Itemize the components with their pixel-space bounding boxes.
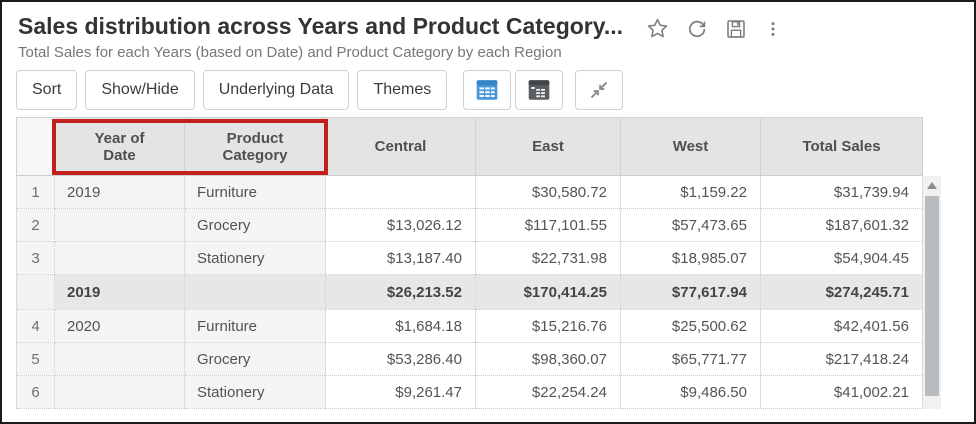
west-cell[interactable]: $65,771.77 xyxy=(621,343,761,376)
category-cell[interactable]: Grocery xyxy=(185,343,326,376)
product-category-header[interactable]: Product Category xyxy=(185,118,326,176)
scroll-up-button[interactable] xyxy=(923,176,941,194)
year-cell[interactable] xyxy=(55,376,185,409)
west-cell[interactable]: $1,159.22 xyxy=(621,176,761,209)
row-number-cell: 6 xyxy=(17,376,55,409)
central-cell[interactable] xyxy=(326,176,476,209)
table-row: 12019Furniture $30,580.72$1,159.22$31,739… xyxy=(17,176,923,209)
category-cell[interactable] xyxy=(185,275,326,310)
year-cell[interactable]: 2019 xyxy=(55,176,185,209)
pivot-view-icon xyxy=(526,77,552,103)
row-number-cell: 2 xyxy=(17,209,55,242)
total-cell[interactable]: $54,904.45 xyxy=(761,242,923,275)
title-bar: Sales distribution across Years and Prod… xyxy=(2,2,974,61)
east-cell[interactable]: $98,360.07 xyxy=(476,343,621,376)
row-number-cell: 3 xyxy=(17,242,55,275)
east-header[interactable]: East xyxy=(476,118,621,176)
west-cell[interactable]: $57,473.65 xyxy=(621,209,761,242)
year-cell[interactable]: 2020 xyxy=(55,310,185,343)
total-cell[interactable]: $217,418.24 xyxy=(761,343,923,376)
table-row: 3 Stationery$13,187.40$22,731.98$18,985.0… xyxy=(17,242,923,275)
vertical-scrollbar[interactable] xyxy=(923,176,941,409)
central-cell[interactable]: $53,286.40 xyxy=(326,343,476,376)
row-number-cell xyxy=(17,275,55,310)
table-row: 2 Grocery$13,026.12$117,101.55$57,473.65$… xyxy=(17,209,923,242)
category-cell[interactable]: Stationery xyxy=(185,242,326,275)
table-row: 5 Grocery$53,286.40$98,360.07$65,771.77$2… xyxy=(17,343,923,376)
title-actions xyxy=(645,16,783,41)
central-header[interactable]: Central xyxy=(326,118,476,176)
west-cell[interactable]: $9,486.50 xyxy=(621,376,761,409)
scrollbar-thumb[interactable] xyxy=(925,196,939,396)
page-subtitle: Total Sales for each Years (based on Dat… xyxy=(18,44,623,61)
favorite-star-icon[interactable] xyxy=(645,16,670,41)
east-cell[interactable]: $22,254.24 xyxy=(476,376,621,409)
year-cell[interactable] xyxy=(55,242,185,275)
pivot-view-button[interactable] xyxy=(515,70,563,110)
category-cell[interactable]: Stationery xyxy=(185,376,326,409)
total-cell[interactable]: $31,739.94 xyxy=(761,176,923,209)
toolbar: Sort Show/Hide Underlying Data Themes xyxy=(16,70,960,110)
table-view-icon xyxy=(474,77,500,103)
collapse-button[interactable] xyxy=(575,70,623,110)
total-cell[interactable]: $41,002.21 xyxy=(761,376,923,409)
west-cell[interactable]: $77,617.94 xyxy=(621,275,761,310)
total-cell[interactable]: $187,601.32 xyxy=(761,209,923,242)
east-cell[interactable]: $15,216.76 xyxy=(476,310,621,343)
central-cell[interactable]: $1,684.18 xyxy=(326,310,476,343)
scroll-up-arrow-icon xyxy=(927,182,937,189)
underlying-data-button[interactable]: Underlying Data xyxy=(203,70,350,110)
category-cell[interactable]: Furniture xyxy=(185,310,326,343)
year-cell[interactable]: 2019 xyxy=(55,275,185,310)
themes-button[interactable]: Themes xyxy=(357,70,447,110)
year-cell[interactable] xyxy=(55,209,185,242)
east-cell[interactable]: $170,414.25 xyxy=(476,275,621,310)
central-cell[interactable]: $13,187.40 xyxy=(326,242,476,275)
west-cell[interactable]: $18,985.07 xyxy=(621,242,761,275)
west-cell[interactable]: $25,500.62 xyxy=(621,310,761,343)
table-body: 12019Furniture$30,580.72$1,159.22$31,739… xyxy=(17,176,923,409)
refresh-icon[interactable] xyxy=(685,17,709,41)
year-cell[interactable] xyxy=(55,343,185,376)
east-cell[interactable]: $30,580.72 xyxy=(476,176,621,209)
table-view-button[interactable] xyxy=(463,70,511,110)
category-cell[interactable]: Grocery xyxy=(185,209,326,242)
save-icon[interactable] xyxy=(724,17,748,41)
category-cell[interactable]: Furniture xyxy=(185,176,326,209)
pivot-table: Year of Date Product Category Central Ea… xyxy=(16,117,923,409)
table-row: 6 Stationery$9,261.47$22,254.24$9,486.50$… xyxy=(17,376,923,409)
total-cell[interactable]: $274,245.71 xyxy=(761,275,923,310)
header-row: Year of Date Product Category Central Ea… xyxy=(17,118,923,176)
subtotal-row: 2019 $26,213.52$170,414.25$77,617.94$274,… xyxy=(17,275,923,310)
year-of-date-header[interactable]: Year of Date xyxy=(55,118,185,176)
more-options-icon[interactable] xyxy=(763,17,783,41)
report-window: Sales distribution across Years and Prod… xyxy=(0,0,976,424)
sort-button[interactable]: Sort xyxy=(16,70,77,110)
collapse-icon xyxy=(586,77,612,103)
table-area: Year of Date Product Category Central Ea… xyxy=(16,117,942,409)
row-number-cell: 1 xyxy=(17,176,55,209)
west-header[interactable]: West xyxy=(621,118,761,176)
page-title: Sales distribution across Years and Prod… xyxy=(18,12,623,41)
central-cell[interactable]: $13,026.12 xyxy=(326,209,476,242)
central-cell[interactable]: $9,261.47 xyxy=(326,376,476,409)
row-number-cell: 4 xyxy=(17,310,55,343)
row-number-cell: 5 xyxy=(17,343,55,376)
total-sales-header[interactable]: Total Sales xyxy=(761,118,923,176)
east-cell[interactable]: $117,101.55 xyxy=(476,209,621,242)
show-hide-button[interactable]: Show/Hide xyxy=(85,70,194,110)
table-row: 42020Furniture$1,684.18$15,216.76$25,500… xyxy=(17,310,923,343)
east-cell[interactable]: $22,731.98 xyxy=(476,242,621,275)
total-cell[interactable]: $42,401.56 xyxy=(761,310,923,343)
row-number-header xyxy=(17,118,55,176)
central-cell[interactable]: $26,213.52 xyxy=(326,275,476,310)
